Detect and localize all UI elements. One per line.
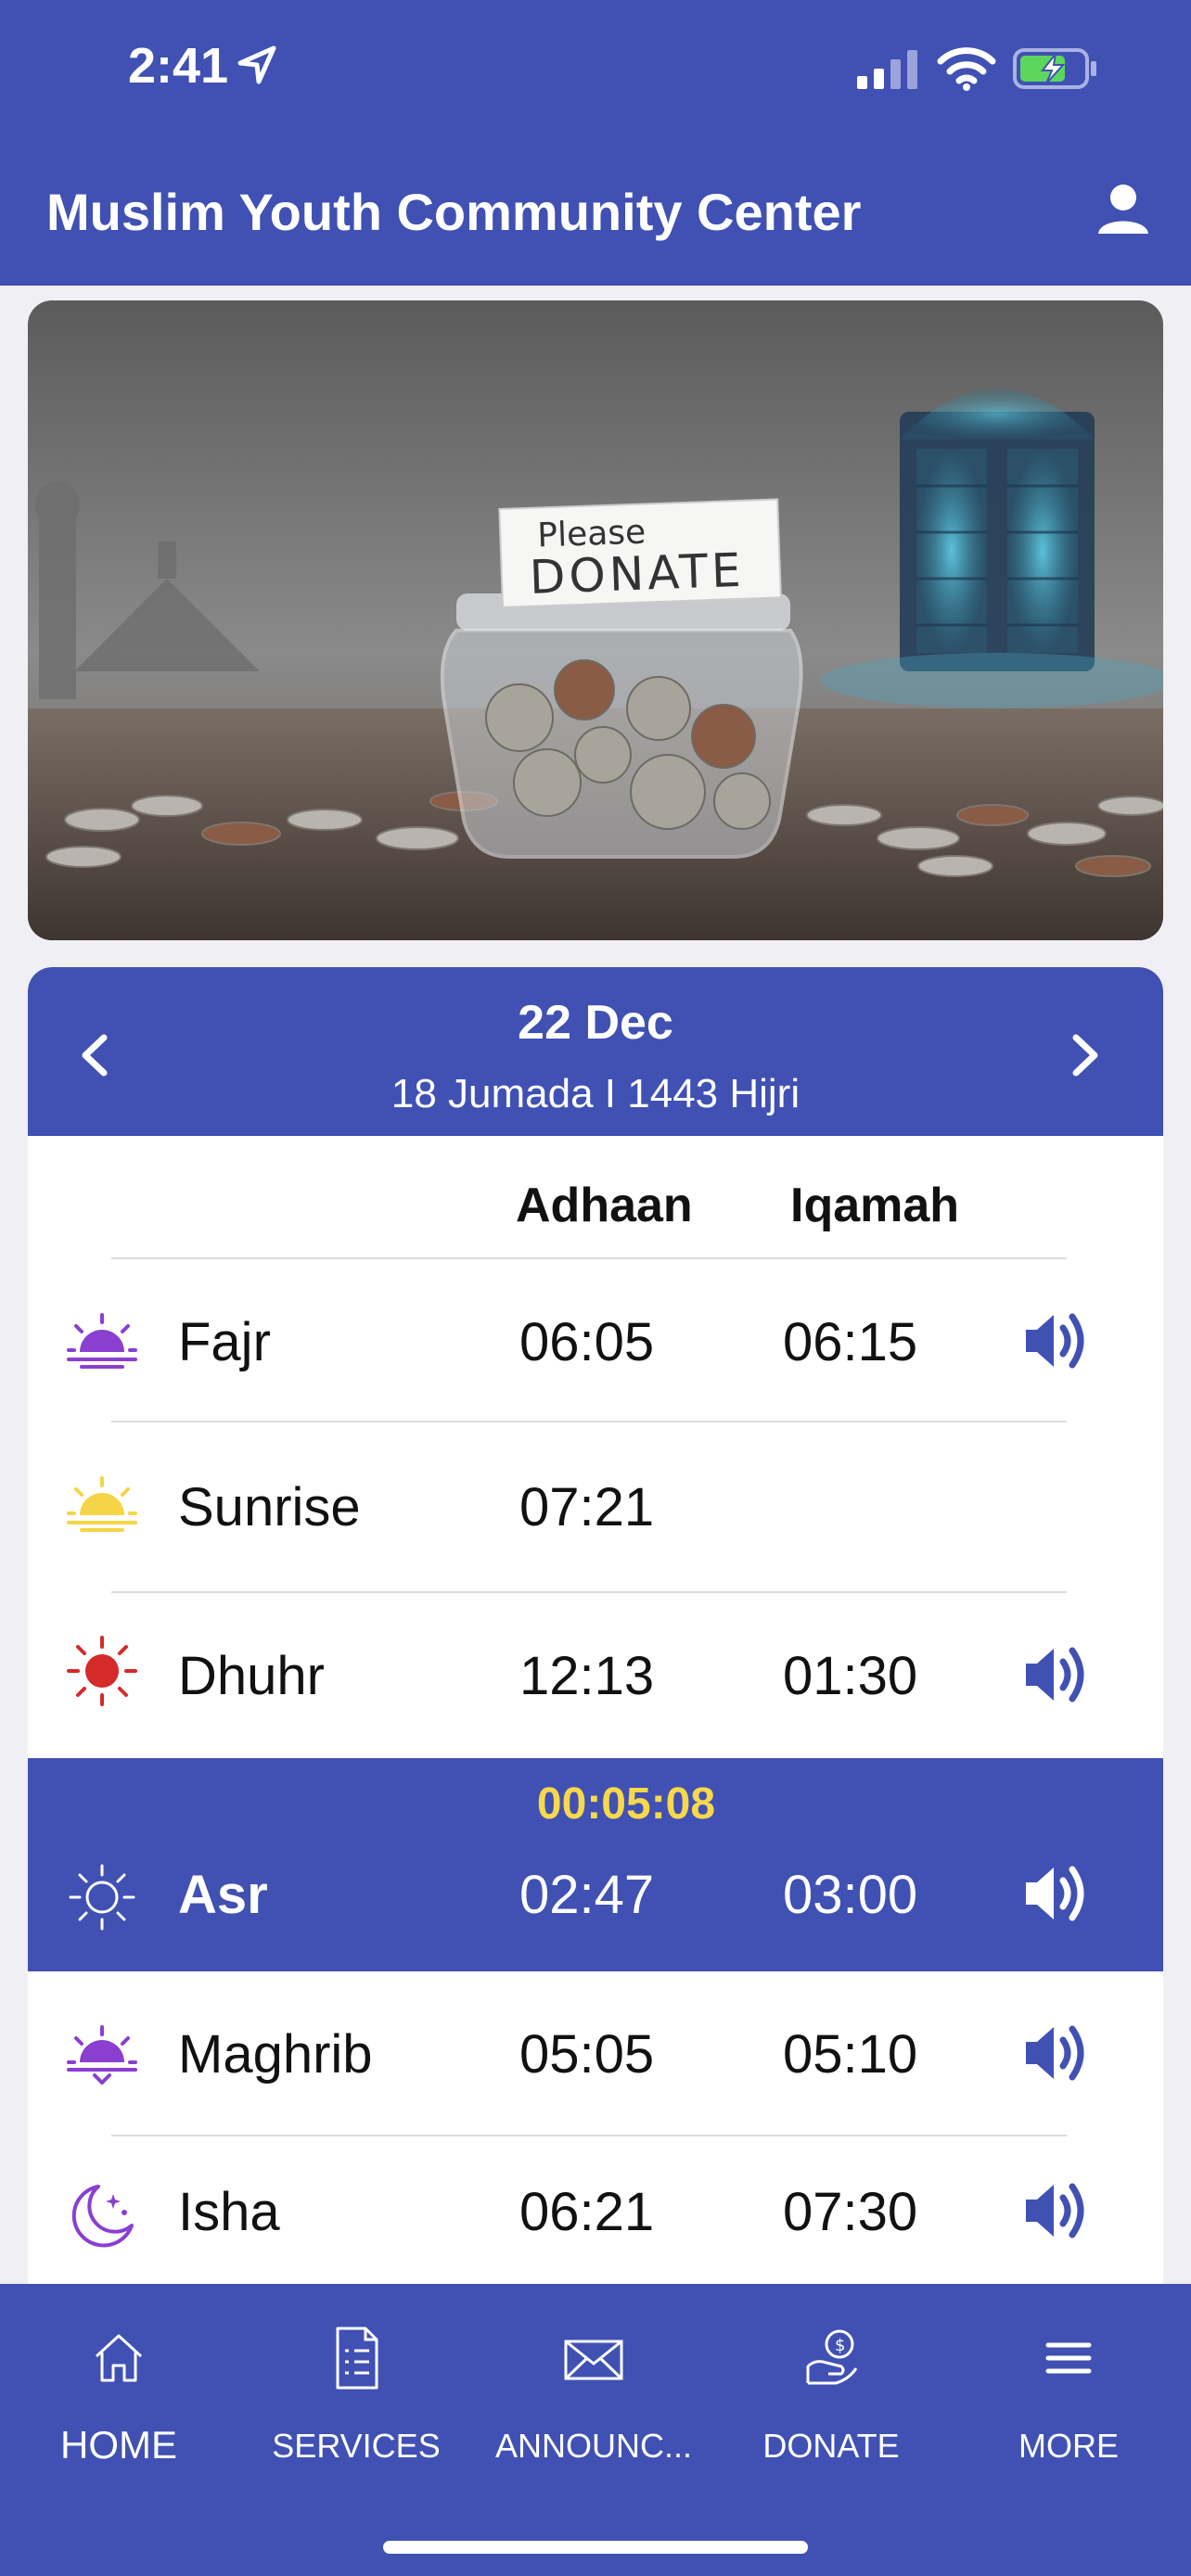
prayer-row-asr-current: 00:05:08 Asr 02:47 03:00 — [28, 1758, 1163, 1971]
wifi-icon — [937, 47, 996, 91]
sunrise-purple-icon — [67, 1313, 137, 1369]
divider — [111, 1421, 1067, 1422]
speaker-icon[interactable] — [1022, 1643, 1089, 1706]
donate-hand-icon: $ — [806, 2329, 858, 2385]
divider — [111, 1257, 1067, 1259]
profile-icon[interactable] — [1096, 182, 1150, 236]
prayer-row-isha: Isha 06:21 07:30 — [28, 2138, 1163, 2284]
battery-charging-icon — [1013, 48, 1096, 89]
column-header-iqamah: Iqamah — [790, 1179, 960, 1232]
home-icon — [95, 2334, 143, 2382]
sunset-purple-icon — [67, 2025, 137, 2085]
countdown-timer: 00:05:08 — [536, 1779, 716, 1829]
adhaan-time: 05:05 — [519, 2024, 655, 2085]
adhaan-time: 12:13 — [519, 1646, 655, 1706]
speaker-icon[interactable] — [1022, 1862, 1089, 1925]
column-header-adhaan: Adhaan — [516, 1179, 693, 1232]
speaker-icon[interactable] — [1022, 2021, 1089, 2085]
tab-label: ANNOUNC... — [494, 2427, 692, 2465]
prayer-row-maghrib: Maghrib 05:05 05:10 — [28, 1971, 1163, 2135]
prayer-name: Sunrise — [178, 1477, 361, 1537]
sunrise-yellow-icon — [67, 1476, 137, 1532]
prayer-row-sunrise: Sunrise 07:21 — [28, 1424, 1163, 1591]
tab-services[interactable]: SERVICES — [237, 2321, 475, 2466]
prayer-name: Isha — [178, 2182, 280, 2242]
gregorian-date: 22 Dec — [518, 996, 673, 1050]
hijri-date: 18 Jumada I 1443 Hijri — [391, 1071, 800, 1116]
date-header: 22 Dec 18 Jumada I 1443 Hijri — [28, 967, 1163, 1136]
moon-stars-icon — [71, 2185, 134, 2248]
speaker-icon[interactable] — [1022, 1309, 1089, 1372]
bottom-tab-bar: HOME SERVICES ANNOUNC... $ DONATE MORE — [0, 2284, 1191, 2576]
tab-label: MORE — [1018, 2427, 1119, 2465]
home-indicator[interactable] — [383, 2541, 808, 2554]
iqamah-time: 03:00 — [783, 1865, 918, 1925]
svg-text:$: $ — [835, 2336, 845, 2355]
menu-icon — [1045, 2342, 1092, 2374]
iqamah-time: 07:30 — [783, 2182, 918, 2242]
app-title: Muslim Youth Community Center — [46, 183, 862, 241]
top-bar: 2:41 Muslim Youth Community Center — [0, 0, 1191, 286]
divider — [111, 1591, 1067, 1593]
adhaan-time: 02:47 — [519, 1865, 655, 1925]
tab-donate[interactable]: $ DONATE — [712, 2321, 950, 2466]
chevron-right-icon[interactable] — [1067, 1032, 1104, 1078]
location-arrow-icon — [237, 45, 276, 84]
speaker-icon[interactable] — [1022, 2179, 1089, 2242]
envelope-icon — [564, 2340, 623, 2380]
sun-outline-icon — [69, 1864, 135, 1931]
adhaan-time: 06:05 — [519, 1312, 655, 1372]
donate-banner-image[interactable]: Please DONATE — [28, 300, 1163, 940]
document-list-icon — [336, 2327, 378, 2390]
donation-jar-illustration: Please DONATE — [28, 300, 1163, 940]
tab-label: HOME — [60, 2423, 177, 2467]
prayer-row-fajr: Fajr 06:05 06:15 — [28, 1261, 1163, 1419]
prayer-name: Fajr — [178, 1312, 271, 1372]
prayer-name: Asr — [178, 1865, 268, 1925]
tab-label: DONATE — [762, 2427, 900, 2465]
adhaan-time: 06:21 — [519, 2182, 655, 2242]
status-time: 2:41 — [128, 38, 229, 94]
iqamah-time: 01:30 — [783, 1646, 918, 1706]
prayer-name: Maghrib — [178, 2024, 373, 2085]
tab-label: SERVICES — [272, 2427, 441, 2465]
cellular-signal-icon — [857, 50, 917, 89]
tab-home[interactable]: HOME — [0, 2321, 237, 2468]
jar-label-donate: DONATE — [529, 543, 746, 605]
iqamah-time: 06:15 — [783, 1312, 918, 1372]
iqamah-time: 05:10 — [783, 2024, 918, 2085]
adhaan-time: 07:21 — [519, 1477, 655, 1537]
divider — [111, 2135, 1067, 2136]
prayer-row-dhuhr: Dhuhr 12:13 01:30 — [28, 1595, 1163, 1753]
tab-more[interactable]: MORE — [950, 2321, 1187, 2466]
tab-announcements[interactable]: ANNOUNC... — [475, 2321, 712, 2466]
prayer-name: Dhuhr — [178, 1646, 325, 1706]
sun-red-icon — [67, 1636, 137, 1706]
